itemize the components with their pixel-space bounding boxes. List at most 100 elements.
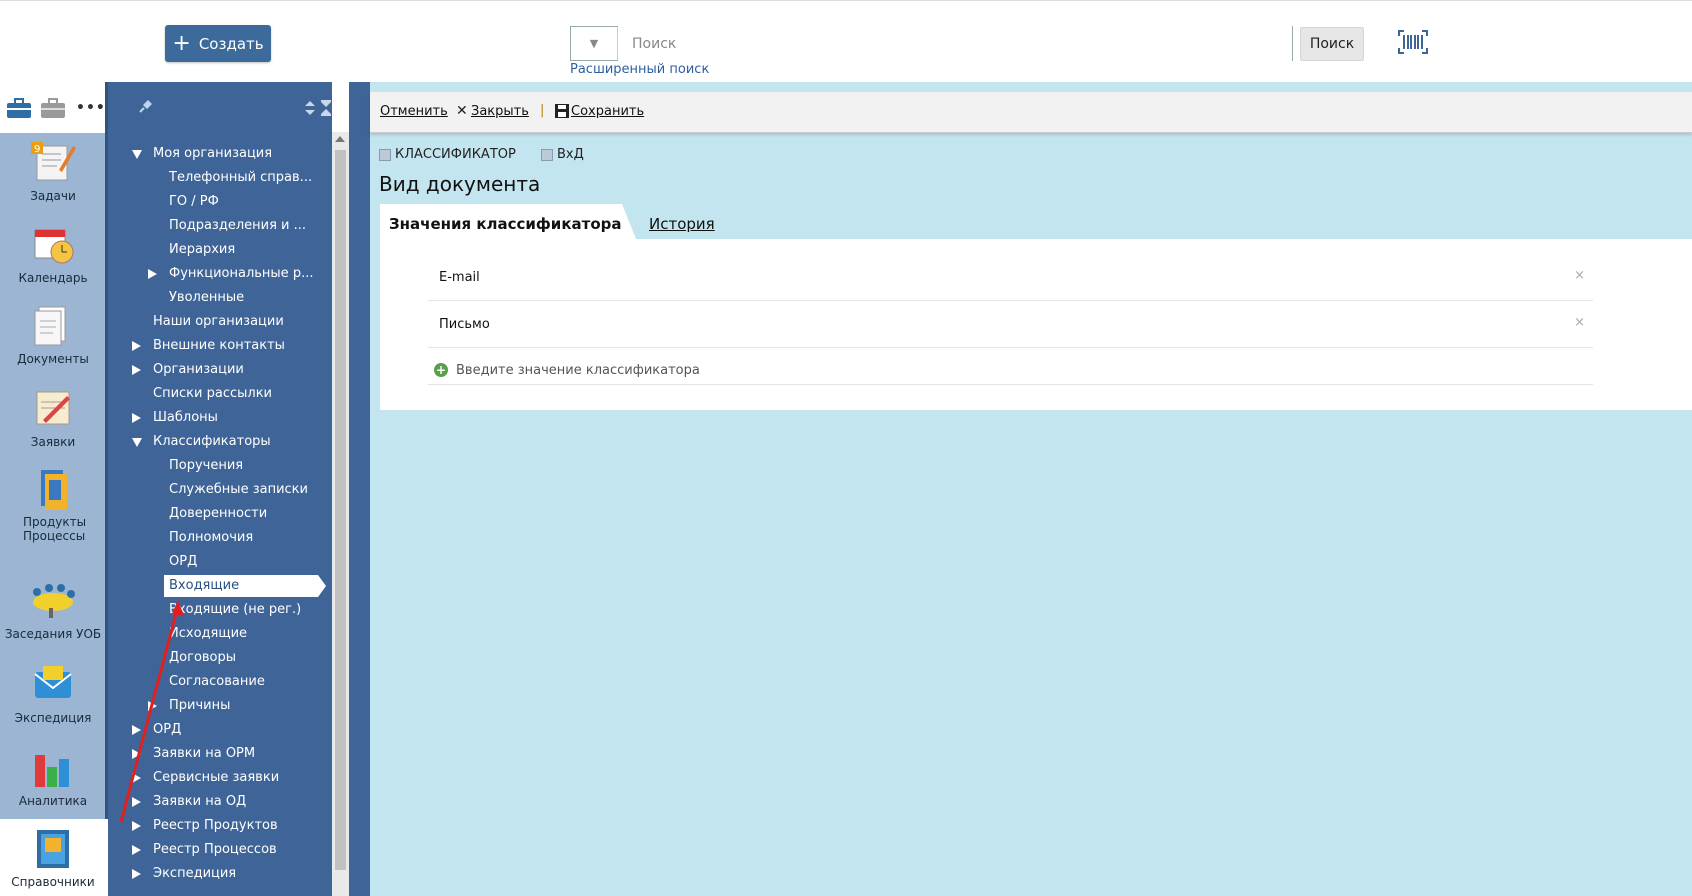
close-button[interactable]: Закрыть — [471, 104, 529, 119]
scroll-up-icon[interactable] — [335, 136, 345, 142]
close-icon: ✕ — [456, 103, 468, 119]
nav-item-documents[interactable]: Документы — [0, 303, 106, 366]
tree-item[interactable]: Полномочия — [169, 530, 253, 545]
tree-item[interactable]: Иерархия — [169, 242, 235, 257]
tree-item[interactable]: Входящие — [169, 578, 239, 593]
tree-item[interactable]: Служебные записки — [169, 482, 308, 497]
nav-item-expedition[interactable]: Экспедиция — [0, 662, 106, 725]
tree-item[interactable]: Организации — [153, 362, 244, 377]
collapse-all-icon[interactable] — [320, 100, 332, 116]
search-filter-dropdown[interactable]: ▼ — [571, 27, 618, 60]
add-icon: + — [434, 363, 448, 377]
tree-item[interactable]: Внешние контакты — [153, 338, 285, 353]
tree-item[interactable]: Сервисные заявки — [153, 770, 279, 785]
breadcrumb-label: КЛАССИФИКАТОР — [395, 147, 516, 162]
tree-item[interactable]: Исходящие — [169, 626, 247, 641]
chevron-down-icon: ▼ — [589, 37, 599, 50]
nav-item-directories[interactable]: Справочники — [0, 826, 106, 889]
save-button[interactable]: Сохранить — [571, 104, 644, 119]
classifier-value: E-mail — [439, 270, 480, 285]
expand-right-icon[interactable] — [132, 869, 141, 879]
breadcrumb-classifier[interactable]: КЛАССИФИКАТОР — [379, 147, 516, 162]
tree-item[interactable]: Уволенные — [169, 290, 244, 305]
expand-right-icon[interactable] — [132, 413, 141, 423]
edit-toolbar: Отменить ✕ Закрыть | Сохранить — [370, 92, 1692, 133]
tree-item[interactable]: Реестр Процессов — [153, 842, 277, 857]
nav-item-products[interactable]: Продукты Процессы — [0, 466, 106, 543]
create-button[interactable]: + Создать — [165, 25, 271, 62]
expand-right-icon[interactable] — [132, 749, 141, 759]
classifier-icon — [379, 148, 391, 161]
expand-right-icon[interactable] — [132, 725, 141, 735]
expand-right-icon[interactable] — [132, 365, 141, 375]
directory-book-icon — [37, 830, 69, 868]
breadcrumb-label: ВхД — [557, 147, 584, 162]
nav-item-tasks[interactable]: 9 Задачи — [0, 140, 106, 203]
expand-right-icon[interactable] — [132, 341, 141, 351]
tree-item[interactable]: Классификаторы — [153, 434, 271, 449]
nav-label: Справочники — [11, 875, 95, 889]
tree-item[interactable]: Шаблоны — [153, 410, 218, 425]
plus-icon: + — [172, 30, 191, 56]
tree-item[interactable]: Моя организация — [153, 146, 272, 161]
nav-item-meetings[interactable]: Заседания УОБ — [0, 578, 106, 641]
cancel-button[interactable]: Отменить — [380, 104, 448, 119]
tree-item[interactable]: Заявки на ОРМ — [153, 746, 255, 761]
tab-classifier-values[interactable]: Значения классификатора — [380, 204, 638, 244]
add-classifier-value-row[interactable]: + Введите значение классификатора — [428, 358, 1593, 385]
nav-item-analytics[interactable]: Аналитика — [0, 745, 106, 808]
tree-item[interactable]: Наши организации — [153, 314, 284, 329]
expand-right-icon[interactable] — [132, 845, 141, 855]
tree-item[interactable]: Подразделения и ... — [169, 218, 306, 233]
tree-item[interactable]: Списки рассылки — [153, 386, 272, 401]
nav-label: Экспедиция — [14, 711, 92, 725]
tree-item[interactable]: ГО / РФ — [169, 194, 219, 209]
products-icon — [41, 470, 67, 510]
nav-item-calendar[interactable]: Календарь — [0, 222, 106, 285]
page-title: Вид документа — [379, 172, 541, 196]
remove-icon[interactable]: × — [1574, 268, 1585, 283]
tree-item[interactable]: Доверенности — [169, 506, 267, 521]
tasks-icon: 9 — [31, 142, 76, 181]
nav-label: Документы — [17, 352, 89, 366]
expand-right-icon[interactable] — [148, 269, 157, 279]
expand-down-icon[interactable] — [132, 438, 142, 447]
tab-history[interactable]: История — [649, 215, 715, 233]
expand-right-icon[interactable] — [132, 773, 141, 783]
tree-item[interactable]: Согласование — [169, 674, 265, 689]
search-button[interactable]: Поиск — [1300, 27, 1364, 61]
classifier-value-row[interactable]: Письмо × — [428, 301, 1593, 348]
tree-item[interactable]: Телефонный справ... — [169, 170, 312, 185]
expand-right-icon[interactable] — [148, 701, 157, 711]
tree-scrollbar-thumb[interactable] — [335, 150, 346, 870]
tree-item[interactable]: Входящие (не рег.) — [169, 602, 301, 617]
barcode-icon[interactable] — [1398, 30, 1428, 54]
tree-item[interactable]: ОРД — [153, 722, 181, 737]
tree-item[interactable]: Реестр Продуктов — [153, 818, 278, 833]
tree-item[interactable]: Заявки на ОД — [153, 794, 246, 809]
sort-icon[interactable] — [304, 100, 316, 116]
tree-item[interactable]: Договоры — [169, 650, 236, 665]
bar-chart-icon — [35, 755, 69, 787]
nav-label: Заявки — [30, 435, 76, 449]
more-icon[interactable]: ••• — [76, 100, 106, 116]
tree-item[interactable]: Экспедиция — [153, 866, 236, 881]
briefcase-icon[interactable] — [6, 96, 32, 120]
expand-right-icon[interactable] — [132, 797, 141, 807]
pin-icon[interactable] — [138, 98, 154, 114]
tree-item[interactable]: Причины — [169, 698, 230, 713]
tree-item[interactable]: Функциональные р... — [169, 266, 313, 281]
classifier-value-row[interactable]: E-mail × — [428, 254, 1593, 301]
tree-item[interactable]: Поручения — [169, 458, 243, 473]
remove-icon[interactable]: × — [1574, 315, 1585, 330]
expand-down-icon[interactable] — [132, 150, 142, 159]
tree-item[interactable]: ОРД — [169, 554, 197, 569]
nav-item-requests[interactable]: Заявки — [0, 386, 106, 449]
breadcrumb-vhd[interactable]: ВхД — [541, 147, 584, 162]
toolbox-icon[interactable] — [40, 96, 66, 120]
search-box: ▼ — [570, 26, 1293, 61]
expand-right-icon[interactable] — [132, 821, 141, 831]
search-input[interactable] — [618, 26, 1292, 61]
advanced-search-link[interactable]: Расширенный поиск — [570, 62, 709, 77]
panel-splitter[interactable] — [349, 82, 370, 896]
